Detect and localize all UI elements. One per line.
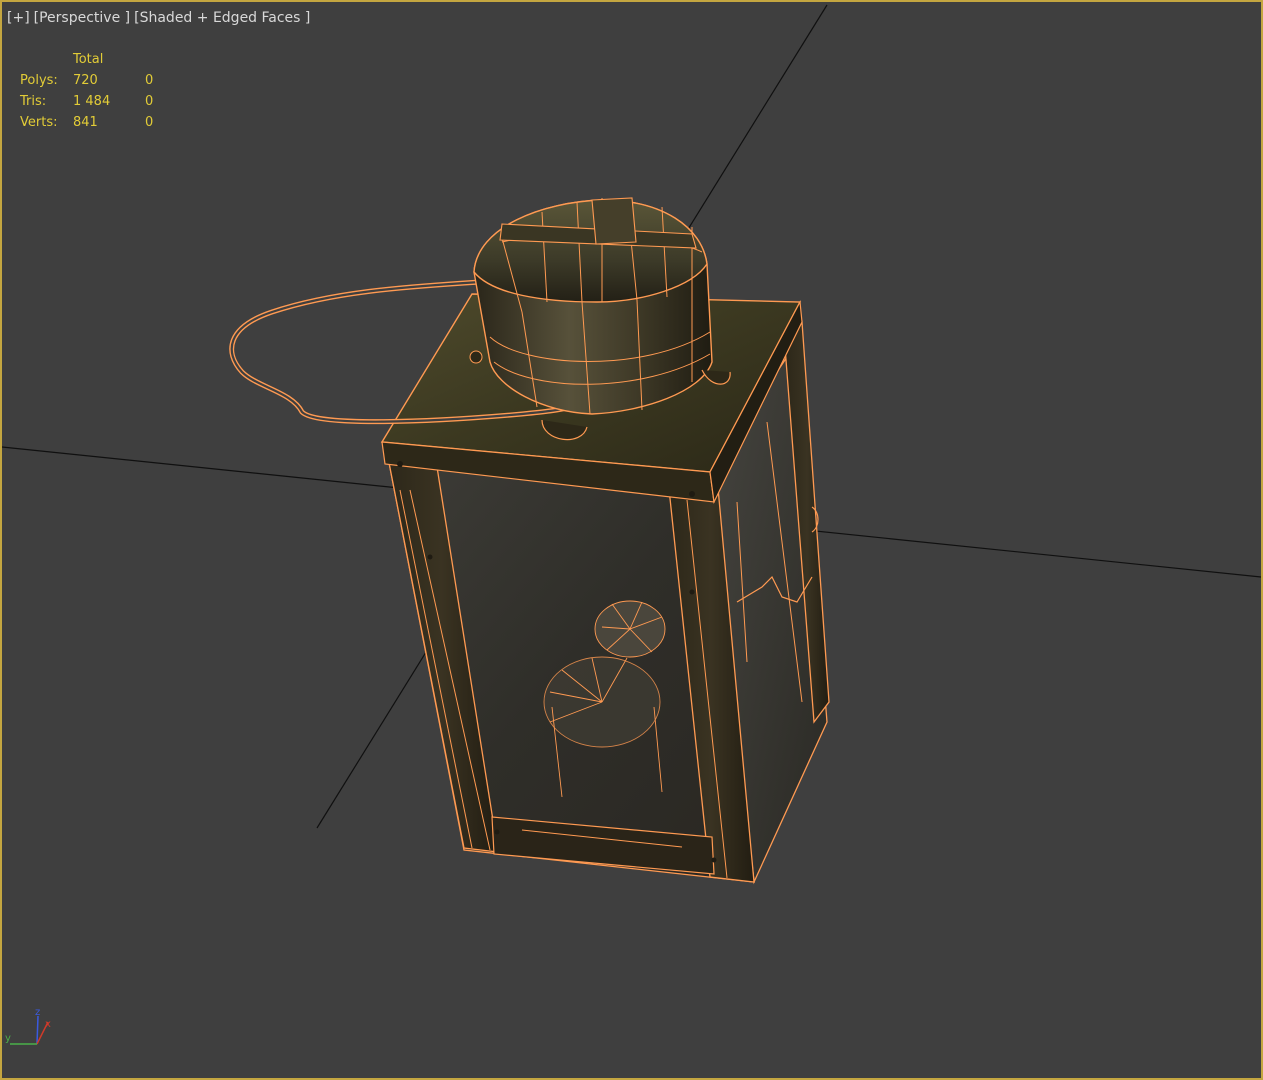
viewport-shading-menu[interactable]: [Shaded + Edged Faces ] — [134, 10, 310, 26]
stats-row-tris: Tris: 1 484 0 — [20, 91, 153, 112]
stats-label: Polys: — [20, 73, 58, 88]
perspective-viewport[interactable]: [+] [Perspective ] [Shaded + Edged Faces ]… — [0, 0, 1263, 1080]
x-axis-label: x — [45, 1019, 51, 1030]
stats-selected-value: 0 — [145, 94, 154, 109]
stats-total-value: 1 484 — [73, 94, 111, 109]
lantern-model[interactable] — [229, 197, 830, 885]
stats-total-value: 841 — [73, 115, 98, 130]
stats-selected-value: 0 — [145, 115, 154, 130]
stats-label: Tris: — [20, 94, 47, 109]
stats-selected-value: 0 — [145, 73, 154, 88]
viewport-general-menu[interactable]: [+] — [7, 10, 30, 26]
z-axis-line — [36, 1015, 39, 1045]
stats-header-selected — [145, 49, 153, 70]
stats-total-value: 720 — [73, 73, 98, 88]
stats-label: Verts: — [20, 115, 58, 130]
stats-header-spacer — [20, 49, 73, 70]
cap-strap-vertical — [591, 197, 637, 245]
statistics-overlay: Total Polys: 720 0 Tris: 1 484 0 Verts: … — [20, 49, 153, 133]
y-axis-label: y — [5, 1033, 11, 1044]
stats-header-total: Total — [73, 52, 104, 67]
stats-row-polys: Polys: 720 0 — [20, 70, 153, 91]
stats-row-verts: Verts: 841 0 — [20, 112, 153, 133]
viewport-view-menu[interactable]: [Perspective ] — [34, 10, 130, 26]
viewport-scene[interactable] — [2, 2, 1261, 1078]
viewport-label-menu[interactable]: [+] [Perspective ] [Shaded + Edged Faces ] — [7, 10, 310, 26]
axis-tripod-icon: z x y — [5, 1007, 51, 1045]
z-axis-label: z — [35, 1007, 40, 1018]
